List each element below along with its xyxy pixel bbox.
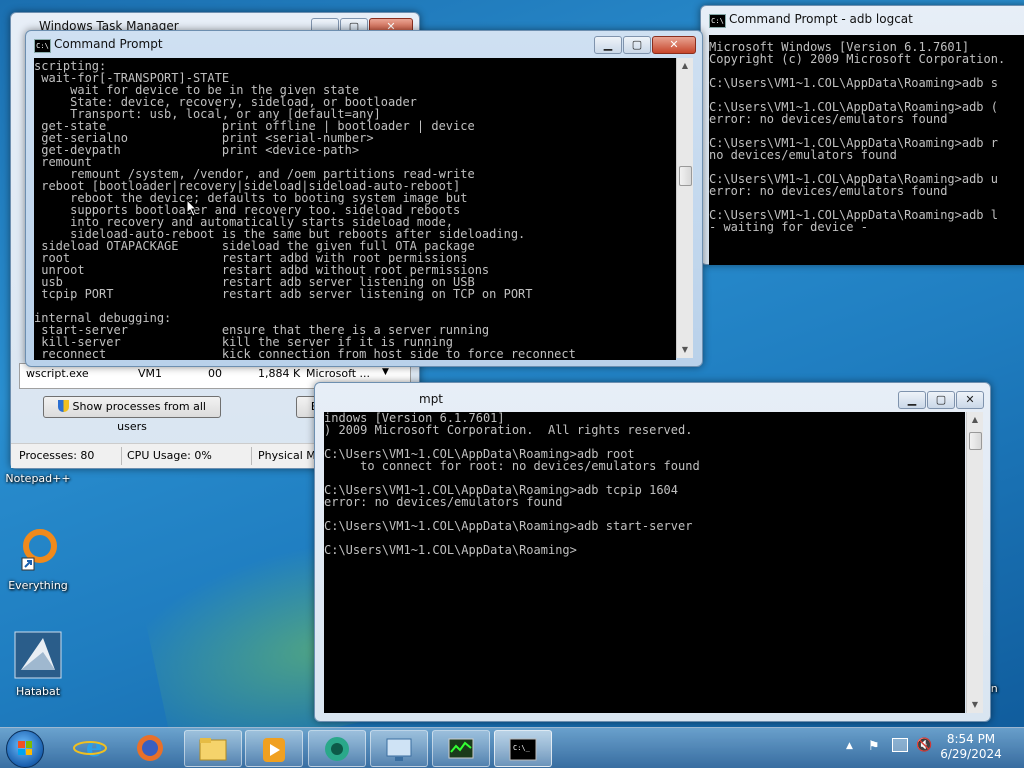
minimize-button[interactable]: ▁ — [898, 391, 926, 409]
third-console-output[interactable]: indows [Version 6.1.7601]) 2009 Microsof… — [324, 412, 965, 713]
console-line: - waiting for device - — [709, 220, 868, 234]
hatabat-icon — [14, 631, 62, 679]
console-line: error: no devices/emulators found — [324, 495, 563, 509]
process-cpu: 00 — [208, 367, 222, 380]
desktop-icon-notepad-plus-plus[interactable]: Notepad++ — [3, 472, 73, 485]
show-all-label: Show processes from all users — [72, 400, 206, 433]
console-line: C:\Users\VM1~1.COL\AppData\Roaming>adb s… — [324, 519, 693, 533]
vertical-scrollbar[interactable]: ▲ ▼ — [966, 412, 983, 713]
taskbar-button-file-explorer[interactable] — [184, 730, 242, 767]
close-icon: ✕ — [669, 38, 679, 51]
taskbar-button-remote-desktop[interactable] — [370, 730, 428, 767]
console-line: C:\Users\VM1~1.COL\AppData\Roaming>adb s — [709, 76, 998, 90]
maximize-icon: ▢ — [935, 393, 947, 406]
app-icon — [325, 737, 349, 761]
main-console-output[interactable]: scripting: wait-for[-TRANSPORT]-STATE wa… — [34, 58, 676, 360]
maximize-icon: ▢ — [631, 38, 643, 51]
third-cmd-titlebar[interactable]: mpt ▁ ▢ ✕ — [315, 383, 990, 411]
taskbar-button-task-manager[interactable] — [432, 730, 490, 767]
scroll-down-icon[interactable]: ▼ — [677, 342, 693, 358]
taskbar-button-internet-explorer[interactable]: e — [62, 730, 118, 765]
console-line: error: no devices/emulators found — [709, 184, 948, 198]
process-description: Microsoft ... — [306, 367, 371, 380]
scroll-down-icon[interactable]: ▼ — [382, 367, 389, 377]
minimize-button[interactable]: ▁ — [594, 36, 622, 54]
maximize-button[interactable]: ▢ — [927, 391, 955, 409]
window-controls: ▁ ▢ ✕ — [593, 36, 696, 54]
taskbar: e C:\_ ▲ ⚑ 🔇 8:54 PM 6/29/2024 — [0, 727, 1024, 768]
command-prompt-icon: C:\_ — [509, 738, 537, 761]
status-processes: Processes: 80 — [19, 449, 95, 462]
desktop-icon-everything[interactable]: Everything — [3, 528, 73, 592]
third-cmd-window[interactable]: mpt ▁ ▢ ✕ indows [Version 6.1.7601]) 200… — [314, 382, 991, 722]
clock-time: 8:54 PM — [946, 732, 996, 746]
scroll-thumb[interactable] — [969, 432, 982, 450]
cmd-icon: C:\ — [34, 39, 51, 53]
scroll-up-icon[interactable]: ▲ — [967, 412, 983, 428]
start-button[interactable] — [6, 730, 44, 768]
mouse-cursor-icon — [186, 199, 198, 217]
process-memory: 1,884 K — [258, 367, 301, 380]
volume-muted-icon[interactable]: 🔇 — [916, 738, 932, 753]
desktop-icon-label: Hatabat — [15, 685, 61, 698]
system-tray: ▲ ⚑ 🔇 8:54 PM 6/29/2024 — [840, 728, 1024, 768]
clock[interactable]: 8:54 PM 6/29/2024 — [936, 732, 1006, 762]
scroll-down-icon[interactable]: ▼ — [967, 697, 983, 713]
action-center-flag-icon[interactable]: ⚑ — [868, 739, 880, 754]
window-title: Command Prompt — [54, 37, 163, 51]
media-player-icon — [263, 738, 285, 762]
taskbar-button-command-prompt[interactable]: C:\_ — [494, 730, 552, 767]
minimize-icon: ▁ — [907, 393, 917, 406]
cmd-icon: C:\ — [709, 14, 726, 28]
scroll-up-icon[interactable]: ▲ — [677, 58, 693, 74]
close-button[interactable]: ✕ — [652, 36, 696, 54]
taskbar-button-app[interactable] — [308, 730, 366, 767]
clock-date: 6/29/2024 — [940, 747, 1002, 761]
maximize-button[interactable]: ▢ — [623, 36, 651, 54]
firefox-icon — [137, 735, 163, 761]
close-button[interactable]: ✕ — [956, 391, 984, 409]
network-icon[interactable] — [892, 738, 908, 752]
scroll-thumb[interactable] — [679, 166, 692, 186]
show-all-processes-button[interactable]: Show processes from all users — [43, 396, 221, 433]
desktop-icon-label: Notepad++ — [5, 472, 71, 485]
process-name: wscript.exe — [26, 367, 89, 380]
main-cmd-titlebar[interactable]: C:\ Command Prompt ▁ ▢ ✕ — [26, 31, 702, 59]
taskbar-button-media-player[interactable] — [245, 730, 303, 767]
window-title: Command Prompt - adb logcat — [729, 12, 913, 26]
window-title: mpt — [419, 392, 444, 406]
logcat-titlebar[interactable]: C:\ Command Prompt - adb logcat — [701, 6, 1024, 34]
everything-search-icon — [21, 529, 57, 571]
window-controls: ▁ ▢ ✕ — [897, 391, 984, 409]
shield-icon — [58, 400, 70, 412]
console-line: Copyright (c) 2009 Microsoft Corporation… — [709, 52, 1006, 66]
console-line: tcpip PORT restart adb server listening … — [34, 287, 533, 301]
logcat-cmd-window[interactable]: C:\ Command Prompt - adb logcat Microsof… — [700, 5, 1024, 265]
minimize-icon: ▁ — [603, 38, 613, 51]
logcat-console-output[interactable]: Microsoft Windows [Version 6.1.7601] Copy… — [709, 35, 1024, 265]
vertical-scrollbar[interactable]: ▲ ▼ — [676, 58, 693, 358]
console-line: get-devpath print <device-path> — [34, 143, 360, 157]
show-hidden-icons-icon[interactable]: ▲ — [846, 741, 853, 751]
svg-text:C:\_: C:\_ — [513, 744, 531, 752]
main-cmd-window[interactable]: C:\ Command Prompt ▁ ▢ ✕ scripting: wait… — [25, 30, 703, 367]
console-line: error: no devices/emulators found — [709, 112, 948, 126]
task-manager-icon — [448, 738, 474, 759]
console-line: reconnect kick connection from host side… — [34, 347, 576, 360]
desktop-icon-hatabat[interactable]: Hatabat — [3, 630, 73, 698]
console-line: to connect for root: no devices/emulator… — [324, 459, 700, 473]
console-line: C:\Users\VM1~1.COL\AppData\Roaming> — [324, 543, 577, 557]
process-user: VM1 — [138, 367, 163, 380]
remote-desktop-icon — [386, 738, 412, 761]
console-line: ) 2009 Microsoft Corporation. All rights… — [324, 423, 693, 437]
desktop-icon-label: Everything — [8, 579, 68, 592]
status-cpu: CPU Usage: 0% — [127, 449, 212, 462]
taskbar-button-firefox[interactable] — [122, 730, 178, 765]
console-line: no devices/emulators found — [709, 148, 897, 162]
windows-flag-icon — [18, 741, 32, 755]
file-explorer-icon — [199, 738, 227, 761]
internet-explorer-icon: e — [73, 733, 107, 763]
svg-text:e: e — [86, 733, 103, 763]
close-icon: ✕ — [965, 393, 975, 406]
